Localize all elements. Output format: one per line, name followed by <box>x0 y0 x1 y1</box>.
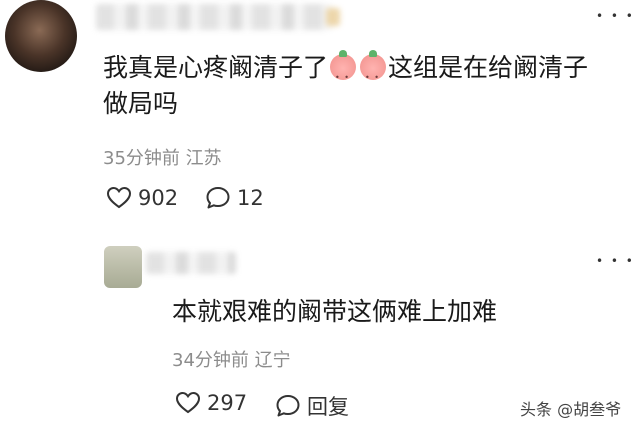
speech-bubble-icon <box>276 395 300 417</box>
comment-text: 本就艰难的阚带这俩难上加难 <box>172 297 498 326</box>
commenter-name-blurred[interactable] <box>146 252 236 274</box>
comment-text: 我真是心疼阚清子了 这组是在给阚清子 <box>103 50 589 96</box>
reply-count: 12 <box>237 186 264 210</box>
comment-location: 江苏 <box>185 148 222 169</box>
heart-outline-icon <box>106 186 132 209</box>
comment-text-continued: 做局吗 <box>103 89 179 118</box>
comment-time: 35分钟前 <box>103 148 180 169</box>
peach-face-emoji-icon <box>360 50 387 96</box>
watermark: 头条 @胡叁爷 <box>520 400 622 419</box>
like-button[interactable]: 902 <box>106 186 178 210</box>
peach-face-emoji-icon <box>330 50 357 96</box>
commenter-avatar[interactable] <box>5 0 77 72</box>
comment-time: 34分钟前 <box>172 350 249 371</box>
comment-location: 辽宁 <box>254 350 291 371</box>
like-button[interactable]: 297 <box>175 391 247 415</box>
comment-meta: 35分钟前 江苏 <box>103 144 222 170</box>
more-options-icon[interactable]: • • • <box>596 255 635 267</box>
speech-bubble-icon <box>206 187 230 209</box>
commenter-avatar[interactable] <box>104 246 142 288</box>
more-options-icon[interactable]: • • • <box>596 10 635 22</box>
comment-meta: 34分钟前 辽宁 <box>172 346 291 372</box>
reply-button[interactable]: 回复 <box>275 391 349 421</box>
heart-outline-icon <box>175 391 201 414</box>
commenter-name-blurred[interactable] <box>96 4 340 30</box>
like-count: 297 <box>207 391 248 415</box>
like-count: 902 <box>138 186 179 210</box>
reply-button[interactable]: 12 <box>205 186 264 210</box>
comment-text-part: 这组是在给阚清子 <box>388 53 589 82</box>
reply-label: 回复 <box>307 395 349 419</box>
comment-text-part: 我真是心疼阚清子了 <box>103 53 329 82</box>
